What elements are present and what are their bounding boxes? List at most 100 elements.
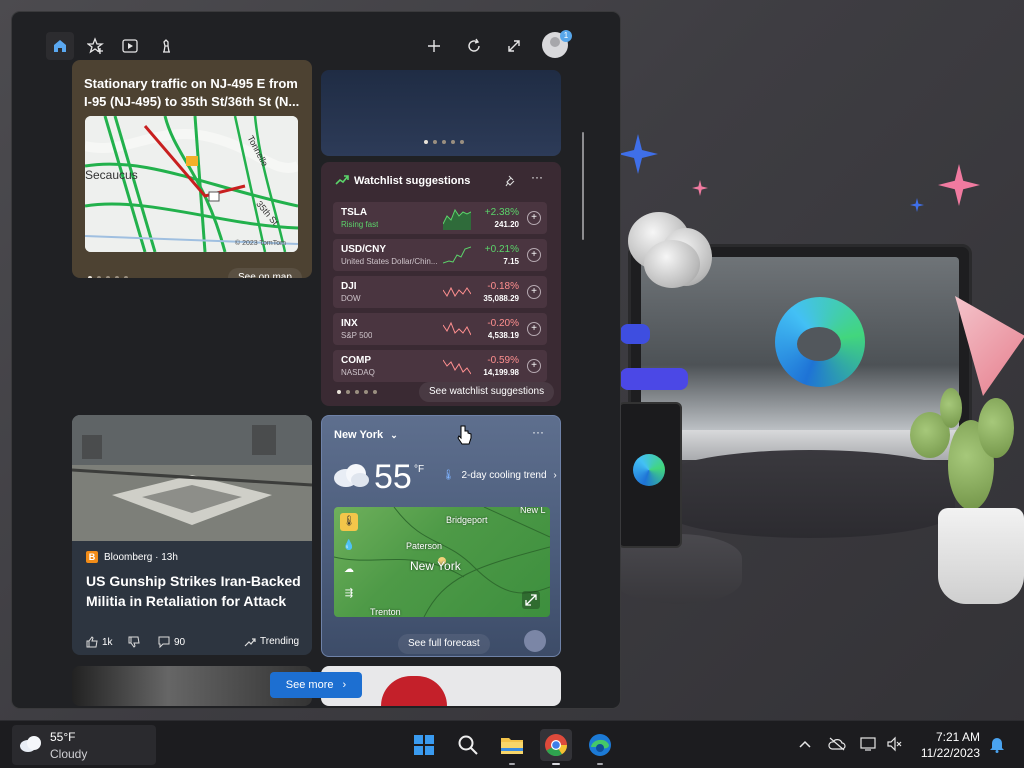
cactus [940, 388, 962, 428]
pager-dot[interactable] [115, 276, 119, 278]
thumbs-down-icon [128, 636, 140, 648]
weather-card[interactable]: New York ⌄ ··· 55 °F 🌡 2-day cooling tre… [321, 415, 561, 657]
add-to-watchlist-button[interactable]: + [527, 248, 541, 262]
pager-dot[interactable] [442, 140, 446, 144]
wind-layer-icon[interactable]: ⇶ [340, 585, 358, 603]
red-hat-image [381, 676, 447, 706]
search-icon [458, 735, 478, 755]
chrome-button[interactable] [540, 729, 572, 761]
pager-dot[interactable] [424, 140, 428, 144]
edge-button[interactable] [584, 729, 616, 761]
traffic-map[interactable]: Secaucus Tonnelle 35th St © 2023 TomTom [85, 116, 298, 252]
pager-dot[interactable] [364, 390, 368, 394]
pager-dot[interactable] [124, 276, 128, 278]
pager-dot[interactable] [460, 140, 464, 144]
like-button[interactable]: 1k [86, 636, 113, 648]
pager-dot[interactable] [451, 140, 455, 144]
add-to-watchlist-button[interactable]: + [527, 211, 541, 225]
sparkle-pink-small [692, 180, 708, 196]
following-button[interactable] [82, 32, 110, 60]
stock-symbol: TSLA [341, 207, 368, 218]
comment-button[interactable]: 90 [158, 636, 185, 648]
pager-dot[interactable] [433, 140, 437, 144]
expand-button[interactable] [500, 32, 528, 60]
start-button[interactable] [408, 729, 440, 761]
traffic-card[interactable]: Stationary traffic on NJ-495 E from I-95… [72, 60, 312, 278]
pager-dot[interactable] [88, 276, 92, 278]
stock-symbol: COMP [341, 355, 371, 366]
sparkline [443, 208, 471, 230]
stock-price: 241.20 [494, 220, 519, 229]
notifications-button[interactable] [988, 735, 1006, 753]
weather-trend[interactable]: 🌡 2-day cooling trend › [442, 470, 557, 481]
slideshow-pager[interactable] [424, 140, 464, 144]
stock-price: 7.15 [503, 257, 519, 266]
news-card[interactable]: B Bloomberg · 13h US Gunship Strikes Ira… [72, 415, 312, 655]
add-widget-button[interactable] [420, 32, 448, 60]
weather-city[interactable]: New York ⌄ [334, 429, 398, 441]
news-headline[interactable]: US Gunship Strikes Iran-Backed Militia i… [86, 571, 302, 611]
dislike-button[interactable] [128, 636, 140, 648]
precipitation-layer-icon[interactable]: 💧 [340, 537, 358, 555]
pin-icon[interactable] [505, 175, 517, 187]
watchlist-row[interactable]: INX S&P 500 -0.20% 4,538.19 + [333, 313, 547, 345]
weather-map[interactable]: 🌡 💧 ☁ ⇶ Bridgeport New L Paterson New Yo… [334, 507, 550, 617]
video-icon [122, 39, 138, 53]
network-button[interactable] [860, 735, 878, 753]
traffic-pager[interactable] [88, 276, 128, 278]
stock-price: 4,538.19 [487, 331, 519, 340]
slideshow-card[interactable] [321, 70, 561, 156]
stock-price: 35,088.29 [483, 294, 519, 303]
onedrive-button[interactable] [828, 735, 846, 753]
file-explorer-button[interactable] [496, 729, 528, 761]
watchlist-card[interactable]: Watchlist suggestions ··· TSLA Rising fa… [321, 162, 561, 406]
watchlist-row[interactable]: DJI DOW -0.18% 35,088.29 + [333, 276, 547, 308]
add-to-watchlist-button[interactable]: + [527, 285, 541, 299]
pager-dot[interactable] [355, 390, 359, 394]
pager-dot[interactable] [373, 390, 377, 394]
stock-subtitle: DOW [341, 294, 361, 303]
pager-dot[interactable] [106, 276, 110, 278]
watchlist-row[interactable]: TSLA Rising fast +2.38% 241.20 + [333, 202, 547, 234]
traffic-title: Stationary traffic on NJ-495 E from I-95… [84, 76, 300, 109]
stock-subtitle: United States Dollar/Chin... [341, 257, 438, 266]
cloud-layer-icon[interactable]: ☁ [340, 561, 358, 579]
see-on-map-button[interactable]: See on map [228, 268, 302, 278]
add-to-watchlist-button[interactable]: + [527, 359, 541, 373]
see-more-button[interactable]: See more › [270, 672, 362, 698]
see-full-forecast-button[interactable]: See full forecast [398, 634, 490, 654]
volume-button[interactable] [886, 735, 904, 753]
pager-dot[interactable] [337, 390, 341, 394]
watchlist-title: Watchlist suggestions [354, 175, 471, 187]
show-hidden-icons-button[interactable] [796, 735, 814, 753]
home-button[interactable] [46, 32, 74, 60]
refresh-button[interactable] [460, 32, 488, 60]
stock-change: +0.21% [484, 244, 519, 255]
cloud-3d [644, 240, 700, 288]
thermometer-layer-icon[interactable]: 🌡 [340, 513, 358, 531]
pager-dot[interactable] [346, 390, 350, 394]
see-watchlist-suggestions-button[interactable]: See watchlist suggestions [419, 382, 555, 402]
like-count: 1k [102, 636, 113, 648]
expand-map-icon[interactable] [522, 591, 540, 609]
more-options-icon[interactable]: ··· [532, 425, 544, 439]
cactus-pot [938, 508, 1024, 604]
scrollbar[interactable] [582, 132, 584, 240]
sparkline [443, 246, 471, 264]
taskbar-clock[interactable]: 7:21 AM 11/22/2023 [904, 729, 980, 761]
more-options-icon[interactable]: ··· [531, 170, 543, 184]
watchlist-row[interactable]: USD/CNY United States Dollar/Chin... +0.… [333, 239, 547, 271]
bell-icon [990, 738, 1004, 753]
stock-subtitle: S&P 500 [341, 331, 373, 340]
watchlist-pager[interactable] [337, 390, 377, 394]
taskbar-weather-widget[interactable]: 55°F Cloudy [12, 725, 156, 765]
watchlist-row[interactable]: COMP NASDAQ -0.59% 14,199.98 + [333, 350, 547, 382]
news-image[interactable] [72, 415, 312, 541]
thumbs-up-icon [86, 636, 98, 648]
add-to-watchlist-button[interactable]: + [527, 322, 541, 336]
search-button[interactable] [452, 729, 484, 761]
msn-weather-avatar[interactable] [524, 630, 546, 652]
play-button[interactable] [152, 32, 180, 60]
pager-dot[interactable] [97, 276, 101, 278]
watch-button[interactable] [116, 32, 144, 60]
